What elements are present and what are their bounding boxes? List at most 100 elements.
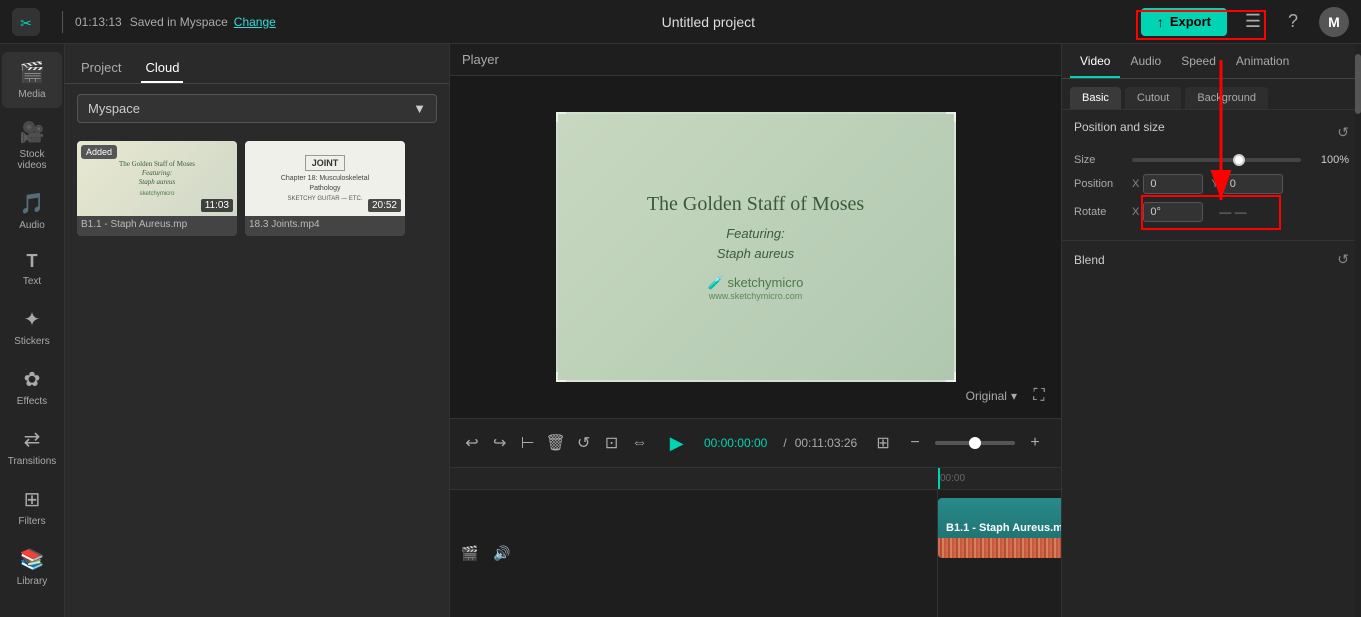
rotate-label: Rotate xyxy=(1074,206,1124,218)
rotate-row: Rotate X — — xyxy=(1074,202,1349,222)
handle-br[interactable] xyxy=(946,372,956,382)
position-x-input[interactable] xyxy=(1143,174,1203,194)
player-controls: ↩ ↪ ⊢ 🗑 ↺ ⊡ ⇔ ▶ 00:00:00:00 / 00:11:03:2… xyxy=(450,418,1061,467)
reset-icon[interactable]: ↺ xyxy=(1337,124,1349,141)
media-thumb-1[interactable]: The Golden Staff of MosesFeaturing:Staph… xyxy=(77,141,237,236)
sidebar-item-effects[interactable]: ✿ Effects xyxy=(2,359,62,415)
top-bar: ✂ 01:13:13 Saved in Myspace Change Untit… xyxy=(0,0,1361,44)
help-icon[interactable]: ? xyxy=(1279,8,1307,36)
export-button[interactable]: Export xyxy=(1141,8,1227,36)
video-content: The Golden Staff of Moses Featuring: Sta… xyxy=(647,193,864,301)
handle-bl[interactable] xyxy=(556,372,566,382)
saved-status: Saved in Myspace xyxy=(130,15,228,29)
stock-videos-icon: 🎥 xyxy=(20,120,45,145)
right-tab-audio[interactable]: Audio xyxy=(1120,44,1171,78)
timeline-video-icon[interactable]: 🎬 xyxy=(458,542,482,566)
rp-sub-tab-basic[interactable]: Basic xyxy=(1070,87,1121,109)
handle-tl[interactable] xyxy=(556,112,566,122)
timeline-ruler: 00:00 05:00 10:00 15:00 20:00 xyxy=(450,468,1061,490)
tab-project[interactable]: Project xyxy=(77,54,125,83)
added-badge: Added xyxy=(81,145,117,159)
featuring-value: Staph aureus xyxy=(717,246,794,261)
thumb-preview-2: JOINT Chapter 18: MusculoskeletalPatholo… xyxy=(245,141,405,216)
dropdown-label: Myspace xyxy=(88,101,140,116)
sidebar-item-text[interactable]: T Text xyxy=(2,243,62,295)
redo-button[interactable]: ↪ xyxy=(490,429,510,457)
app-logo: ✂ xyxy=(12,8,40,36)
sidebar-item-transitions[interactable]: ⇄ Transitions xyxy=(2,419,62,475)
zoom-in-button[interactable]: + xyxy=(1021,429,1049,457)
rp-sub-tab-background[interactable]: Background xyxy=(1185,87,1268,109)
right-tab-speed[interactable]: Speed xyxy=(1171,44,1226,78)
position-y-input[interactable] xyxy=(1223,174,1283,194)
undo-button[interactable]: ↩ xyxy=(462,429,482,457)
section-title-position: Position and size xyxy=(1074,120,1165,134)
rotate-x-input[interactable] xyxy=(1143,202,1203,222)
sidebar-item-media[interactable]: 🎬 Media xyxy=(2,52,62,108)
timeline-audio-icon[interactable]: 🔊 xyxy=(490,542,514,566)
menu-icon[interactable]: ☰ xyxy=(1239,8,1267,36)
delete-button[interactable]: 🗑 xyxy=(545,429,565,457)
fit-tracks-button[interactable]: ⊞ xyxy=(873,429,893,457)
right-panel-tabs: Video Audio Speed Animation xyxy=(1062,44,1361,79)
crop-button[interactable]: ⊡ xyxy=(602,429,622,457)
blend-section: Blend ↺ xyxy=(1062,241,1361,278)
track-clip-1[interactable]: B1.1 - Staph Aureus.mp4 11:03:26 xyxy=(938,498,1061,558)
blend-label: Blend xyxy=(1074,253,1105,267)
media-grid: The Golden Staff of MosesFeaturing:Staph… xyxy=(65,133,449,244)
panel-tabs: Project Cloud xyxy=(65,44,449,84)
sidebar-item-stock-videos[interactable]: 🎥 Stock videos xyxy=(2,112,62,179)
right-panel-content: Basic Cutout Background Position and siz… xyxy=(1062,79,1361,617)
project-title[interactable]: Untitled project xyxy=(276,14,1141,30)
time-separator: / xyxy=(783,436,786,450)
blend-reset-icon[interactable]: ↺ xyxy=(1337,251,1349,268)
change-link[interactable]: Change xyxy=(234,15,276,29)
aspect-ratio-selector[interactable]: Original ▾ xyxy=(966,389,1017,403)
fullscreen-button[interactable]: ⛶ xyxy=(1025,382,1053,410)
scrollbar-thumb[interactable] xyxy=(1355,54,1361,114)
cloud-dropdown[interactable]: Myspace ▼ xyxy=(77,94,437,123)
top-bar-actions: Export ☰ ? M xyxy=(1141,7,1349,37)
player-area: Player The Golden Staff of Moses Featuri… xyxy=(450,44,1061,467)
transitions-icon: ⇄ xyxy=(24,427,41,452)
sidebar-item-audio[interactable]: 🎵 Audio xyxy=(2,183,62,239)
mirror-button[interactable]: ⇔ xyxy=(629,429,649,457)
media-thumb-2[interactable]: JOINT Chapter 18: MusculoskeletalPatholo… xyxy=(245,141,405,236)
timeline-playhead xyxy=(938,468,940,489)
sidebar-item-library[interactable]: 📚 Library xyxy=(2,539,62,595)
video-website: www.sketchymicro.com xyxy=(647,291,864,301)
ruler-mark-0: 00:00 xyxy=(938,473,1061,484)
x-label: X xyxy=(1132,178,1139,190)
timeline-area: 00:00 05:00 10:00 15:00 20:00 🎬 🔊 B1.1 -… xyxy=(450,467,1061,617)
zoom-slider[interactable] xyxy=(935,441,1015,445)
rp-sub-tabs: Basic Cutout Background xyxy=(1062,79,1361,110)
right-tab-animation[interactable]: Animation xyxy=(1226,44,1299,78)
thumb-preview-1: The Golden Staff of MosesFeaturing:Staph… xyxy=(77,141,237,216)
rp-sub-tab-cutout[interactable]: Cutout xyxy=(1125,87,1181,109)
position-y-group: Y xyxy=(1211,174,1282,194)
size-slider[interactable] xyxy=(1132,158,1301,162)
sidebar-label-stickers: Stickers xyxy=(14,336,50,347)
right-tab-video[interactable]: Video xyxy=(1070,44,1120,78)
tab-cloud[interactable]: Cloud xyxy=(141,54,183,83)
play-button[interactable]: ▶ xyxy=(665,427,688,459)
text-icon: T xyxy=(27,251,38,272)
clip-name: B1.1 - Staph Aureus.mp4 xyxy=(946,522,1061,534)
video-logo: 🧪 sketchymicro www.sketchymicro.com xyxy=(647,275,864,301)
video-frame[interactable]: The Golden Staff of Moses Featuring: Sta… xyxy=(556,112,956,382)
effects-icon: ✿ xyxy=(24,367,41,392)
media-panel: Project Cloud Myspace ▼ The Golden Staff… xyxy=(65,44,450,617)
sidebar-item-filters[interactable]: ⊞ Filters xyxy=(2,479,62,535)
sidebar-label-text: Text xyxy=(23,276,41,287)
handle-tr[interactable] xyxy=(946,112,956,122)
player-overlay-controls: Original ▾ ⛶ xyxy=(966,382,1053,410)
sidebar-item-stickers[interactable]: ✦ Stickers xyxy=(2,299,62,355)
svg-text:✂: ✂ xyxy=(20,15,32,31)
left-sidebar: 🎬 Media 🎥 Stock videos 🎵 Audio T Text ✦ … xyxy=(0,44,65,617)
ruler-marks: 00:00 05:00 10:00 15:00 20:00 xyxy=(938,473,1061,484)
position-label: Position xyxy=(1074,178,1124,190)
user-avatar[interactable]: M xyxy=(1319,7,1349,37)
zoom-out-button[interactable]: − xyxy=(901,429,929,457)
split-button[interactable]: ⊢ xyxy=(518,429,538,457)
loop-button[interactable]: ↺ xyxy=(574,429,594,457)
